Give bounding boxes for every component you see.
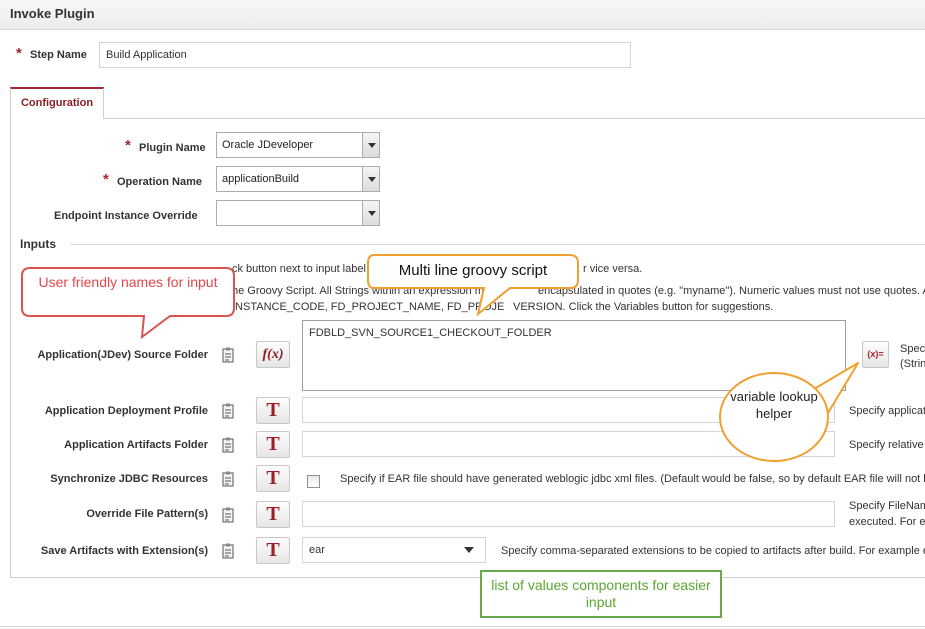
- inputs-help-line2b: encapsulated in quotes (e.g. "myname"). …: [538, 285, 925, 297]
- tab-configuration[interactable]: Configuration: [10, 87, 104, 119]
- operation-name-label: Operation Name: [117, 176, 202, 188]
- plugin-name-value: Oracle JDeveloper: [222, 139, 314, 151]
- source-folder-help2: (Strin: [900, 358, 925, 370]
- sync-jdbc-label: Synchronize JDBC Resources: [50, 473, 208, 485]
- step-name-input[interactable]: Build Application: [99, 42, 631, 68]
- operation-name-value: applicationBuild: [222, 173, 300, 185]
- override-pattern-input[interactable]: [302, 501, 835, 527]
- save-extensions-label: Save Artifacts with Extension(s): [40, 545, 208, 557]
- source-folder-help1: Speci: [900, 343, 925, 355]
- operation-name-select[interactable]: applicationBuild: [216, 166, 380, 192]
- clipboard-icon[interactable]: [222, 403, 234, 419]
- clipboard-icon[interactable]: [222, 347, 234, 363]
- page-title: Invoke Plugin: [10, 6, 95, 21]
- lov-callout: list of values components for easier inp…: [491, 577, 711, 610]
- save-extensions-help: Specify comma-separated extensions to be…: [501, 545, 925, 557]
- text-mode-button[interactable]: T: [256, 397, 290, 424]
- save-extensions-combobox[interactable]: ear: [302, 537, 486, 563]
- chevron-down-icon[interactable]: [362, 201, 379, 225]
- inputs-section-title: Inputs: [20, 237, 56, 251]
- text-mode-button[interactable]: T: [256, 537, 290, 564]
- text-mode-button[interactable]: T: [256, 501, 290, 528]
- page-header: [0, 0, 925, 30]
- save-extensions-value: ear: [309, 544, 325, 556]
- endpoint-override-label: Endpoint Instance Override: [54, 210, 198, 222]
- clipboard-icon[interactable]: [222, 543, 234, 559]
- clipboard-icon[interactable]: [222, 437, 234, 453]
- divider: [70, 244, 925, 245]
- divider: [0, 626, 925, 627]
- source-folder-label: Application(JDev) Source Folder: [37, 349, 208, 361]
- dropdown-triangle-icon[interactable]: [462, 544, 476, 556]
- text-mode-button[interactable]: T: [256, 431, 290, 458]
- required-marker: *: [16, 45, 22, 62]
- variable-helper-callout: variable lookup helper: [730, 389, 818, 421]
- inputs-help-line1a: ck button next to input label t: [232, 263, 373, 275]
- required-marker: *: [125, 137, 131, 154]
- endpoint-override-select[interactable]: [216, 200, 380, 226]
- user-friendly-callout: User friendly names for input: [38, 274, 218, 290]
- chevron-down-icon[interactable]: [362, 167, 379, 191]
- text-mode-button[interactable]: T: [256, 465, 290, 492]
- groovy-callout: Multi line groovy script: [398, 262, 548, 279]
- plugin-name-select[interactable]: Oracle JDeveloper: [216, 132, 380, 158]
- override-pattern-label: Override File Pattern(s): [86, 508, 208, 520]
- groovy-expression-button[interactable]: f(x): [256, 341, 290, 368]
- deployment-profile-label: Application Deployment Profile: [44, 405, 208, 417]
- plugin-name-label: Plugin Name: [139, 142, 206, 154]
- step-name-label: Step Name: [30, 49, 87, 61]
- required-marker: *: [103, 171, 109, 188]
- inputs-help-line1b: r vice versa.: [583, 263, 643, 275]
- artifacts-folder-label: Application Artifacts Folder: [64, 439, 208, 451]
- clipboard-icon[interactable]: [222, 471, 234, 487]
- clipboard-icon[interactable]: [222, 507, 234, 523]
- override-pattern-help2: executed. For e: [849, 516, 925, 528]
- override-pattern-help1: Specify FileNam: [849, 500, 925, 512]
- sync-jdbc-help: Specify if EAR file should have generate…: [340, 473, 925, 485]
- sync-jdbc-checkbox[interactable]: [307, 475, 320, 488]
- chevron-down-icon[interactable]: [362, 133, 379, 157]
